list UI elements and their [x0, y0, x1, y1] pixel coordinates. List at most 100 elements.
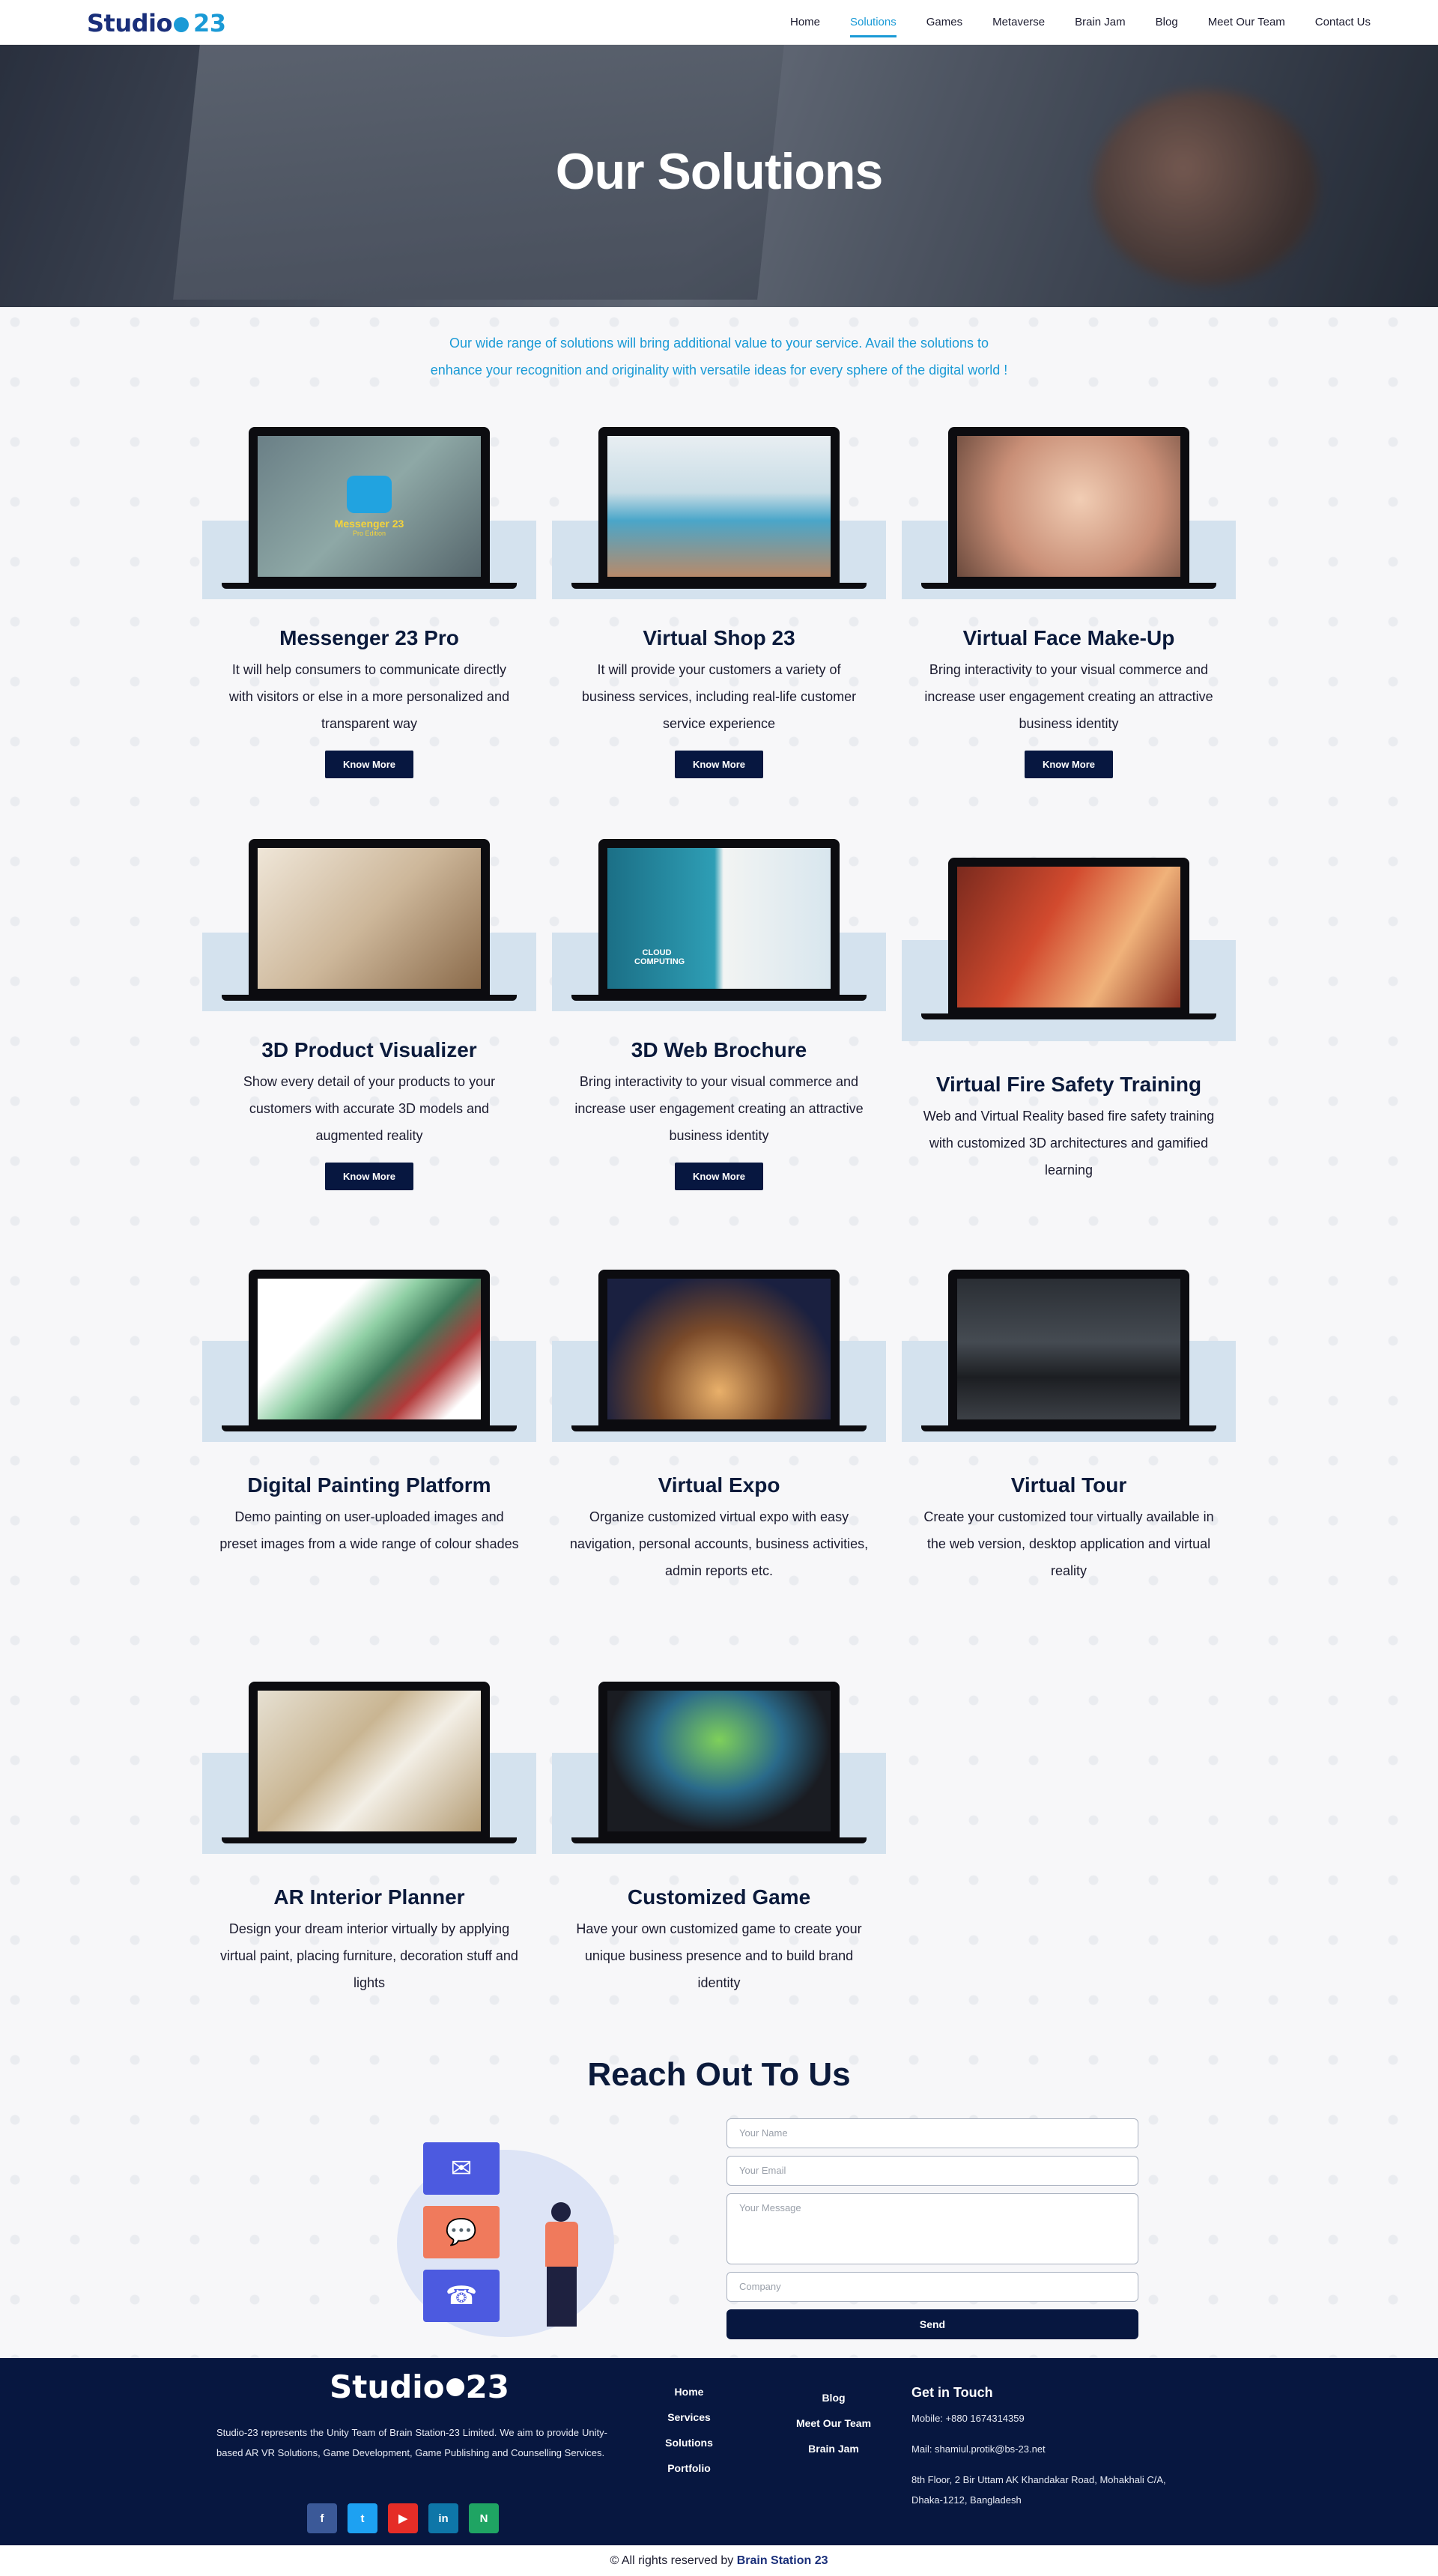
card-title: Virtual Tour	[1010, 1473, 1127, 1497]
solution-card-customized-game: Customized Game Have your own customized…	[552, 1682, 886, 1996]
footer-link-portfolio[interactable]: Portfolio	[659, 2455, 719, 2481]
nav-home[interactable]: Home	[775, 0, 835, 45]
footer-link-blog[interactable]: Blog	[786, 2385, 881, 2410]
fire-safety-screenshot	[957, 867, 1180, 1007]
send-button[interactable]: Send	[726, 2309, 1138, 2339]
nav-metaverse[interactable]: Metaverse	[977, 0, 1060, 45]
know-more-button[interactable]: Know More	[324, 1163, 414, 1190]
expo-screenshot	[607, 1279, 831, 1419]
footer-link-brain-jam[interactable]: Brain Jam	[786, 2436, 881, 2461]
laptop-base	[222, 1425, 517, 1431]
copyright-text: © All rights reserved by	[610, 2554, 734, 2567]
laptop-base	[571, 995, 867, 1001]
laptop-screen	[249, 839, 490, 996]
nav-games[interactable]: Games	[911, 0, 977, 45]
footer-link-home[interactable]: Home	[659, 2379, 719, 2404]
interior-screenshot	[258, 1691, 481, 1831]
card-description: Bring interactivity to your visual comme…	[574, 1074, 864, 1143]
solution-card-3d-web-brochure: CLOUD COMPUTING 3D Web Brochure Bring in…	[552, 839, 886, 1190]
card-description: It will provide your customers a variety…	[581, 662, 857, 731]
social-links: f t ▶ in N	[307, 2503, 499, 2533]
solution-card-ar-interior-planner: AR Interior Planner Design your dream in…	[202, 1682, 536, 1996]
studio23-logo[interactable]: Studio 23	[87, 9, 226, 37]
footer-mobile: Mobile: +880 1674314359	[911, 2413, 1025, 2424]
solution-card-virtual-shop: Virtual Shop 23 It will provide your cus…	[552, 427, 886, 778]
laptop-mockup	[902, 427, 1236, 599]
footer-logo[interactable]: Studio 23	[330, 2369, 509, 2405]
laptop-mockup	[902, 1270, 1236, 1442]
facebook-icon[interactable]: f	[307, 2503, 337, 2533]
nav-solutions[interactable]: Solutions	[835, 0, 911, 45]
laptop-screen: Messenger 23 Pro Edition	[249, 427, 490, 584]
know-more-button[interactable]: Know More	[324, 751, 414, 778]
know-more-button[interactable]: Know More	[674, 751, 764, 778]
nav-meet-our-team[interactable]: Meet Our Team	[1193, 0, 1300, 45]
intro-text: Our wide range of solutions will bring a…	[0, 330, 1438, 384]
card-description: Show every detail of your products to yo…	[243, 1074, 496, 1143]
card-title: 3D Web Brochure	[631, 1038, 807, 1061]
solution-card-face-makeup: Virtual Face Make-Up Bring interactivity…	[902, 427, 1236, 778]
card-description: Bring interactivity to your visual comme…	[924, 662, 1213, 731]
message-textarea[interactable]: Your Message	[726, 2193, 1138, 2264]
name-input[interactable]: Your Name	[726, 2118, 1138, 2148]
know-more-button[interactable]: Know More	[674, 1163, 764, 1190]
footer-links-col2: Blog Meet Our Team Brain Jam	[786, 2385, 881, 2461]
card-title: Customized Game	[627, 1885, 811, 1909]
laptop-screen	[249, 1682, 490, 1839]
solution-card-fire-safety: Virtual Fire Safety Training Web and Vir…	[902, 858, 1236, 1184]
footer-link-solutions[interactable]: Solutions	[659, 2430, 719, 2455]
linkedin-icon[interactable]: in	[428, 2503, 458, 2533]
laptop-base	[571, 1425, 867, 1431]
footer-about: Studio-23 represents the Unity Team of B…	[216, 2427, 607, 2458]
footer-links-col1: Home Services Solutions Portfolio	[659, 2379, 719, 2481]
laptop-base	[921, 583, 1216, 589]
nav-blog[interactable]: Blog	[1141, 0, 1193, 45]
screen-text: CLOUD COMPUTING	[634, 948, 685, 966]
footer-link-services[interactable]: Services	[659, 2404, 719, 2430]
laptop-base	[571, 583, 867, 589]
hero-banner: Our Solutions	[0, 45, 1438, 307]
logo-number: 23	[192, 9, 226, 37]
laptop-mockup	[552, 427, 886, 599]
card-title: AR Interior Planner	[273, 1885, 465, 1909]
youtube-icon[interactable]: ▶	[388, 2503, 418, 2533]
virtual-shop-screenshot	[607, 436, 831, 577]
nimble-icon[interactable]: N	[469, 2503, 499, 2533]
footer-link-meet-our-team[interactable]: Meet Our Team	[786, 2410, 881, 2436]
footer-logo-text: Studio	[330, 2369, 445, 2405]
footer: Studio 23 Studio-23 represents the Unity…	[0, 2358, 1438, 2545]
chat-icon: 💬	[423, 2206, 500, 2258]
company-input[interactable]: Company	[726, 2272, 1138, 2302]
laptop-base	[921, 1425, 1216, 1431]
nav-contact-us[interactable]: Contact Us	[1300, 0, 1386, 45]
copyright-brand-link[interactable]: Brain Station 23	[737, 2554, 828, 2567]
messenger-screenshot: Messenger 23 Pro Edition	[258, 436, 481, 577]
laptop-screen	[948, 858, 1189, 1015]
laptop-screen	[598, 427, 840, 584]
footer-contact-info: Get in Touch Mobile: +880 1674314359 Mai…	[911, 2385, 1211, 2510]
copyright-bar: © All rights reserved by Brain Station 2…	[0, 2545, 1438, 2576]
card-description: Demo painting on user-uploaded images an…	[219, 1509, 519, 1551]
person-figure	[539, 2202, 584, 2330]
email-input[interactable]: Your Email	[726, 2156, 1138, 2186]
laptop-screen	[598, 1270, 840, 1427]
contact-section-title: Reach Out To Us	[587, 2056, 851, 2093]
card-description: Organize customized virtual expo with ea…	[569, 1509, 869, 1578]
gear-icon	[173, 17, 189, 32]
laptop-mockup	[552, 1270, 886, 1442]
know-more-button[interactable]: Know More	[1024, 751, 1114, 778]
footer-mail[interactable]: Mail: shamiul.protik@bs-23.net	[911, 2439, 1211, 2459]
gear-icon	[446, 2378, 464, 2396]
card-description: Have your own customized game to create …	[576, 1921, 862, 1990]
product-visualizer-screenshot	[258, 848, 481, 989]
laptop-screen	[598, 1682, 840, 1839]
nav-brain-jam[interactable]: Brain Jam	[1060, 0, 1141, 45]
laptop-screen	[948, 1270, 1189, 1427]
twitter-icon[interactable]: t	[348, 2503, 377, 2533]
painting-screenshot	[258, 1279, 481, 1419]
card-title: Messenger 23 Pro	[279, 626, 459, 649]
footer-address-line2: Dhaka-1212, Bangladesh	[911, 2494, 1022, 2506]
intro-line-2: enhance your recognition and originality…	[430, 363, 1008, 378]
screen-subtext: Pro Edition	[352, 530, 386, 537]
card-title: Virtual Fire Safety Training	[935, 1073, 1202, 1096]
